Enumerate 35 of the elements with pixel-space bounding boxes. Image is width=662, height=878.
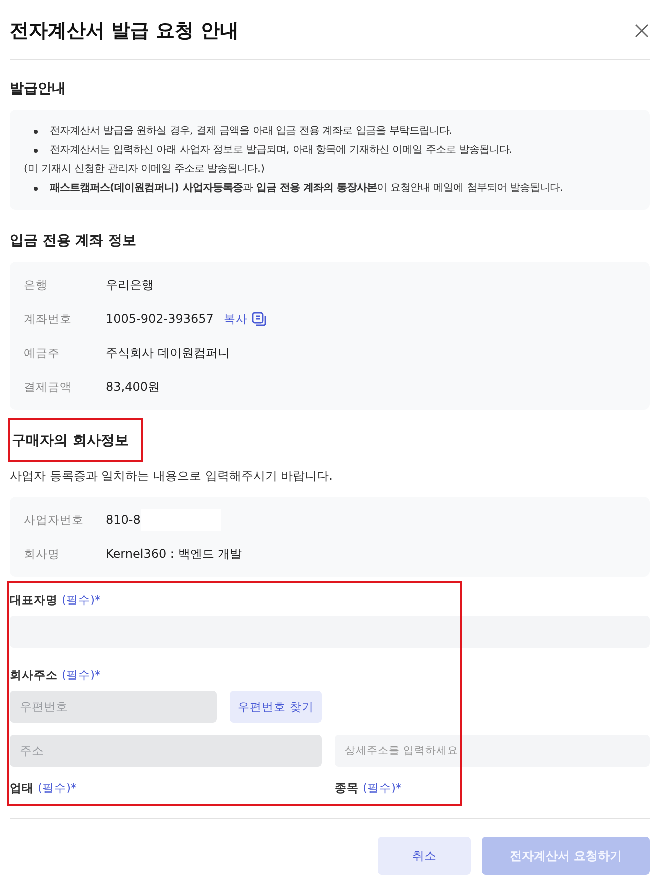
notice-text: (미 기재시 신청한 관리자 이메일 주소로 발송됩니다.)	[24, 162, 265, 177]
field-label: 종목 (필수)*	[335, 781, 402, 796]
info-value: 1005-902-393657	[106, 312, 214, 326]
field-label: 대표자명 (필수)*	[10, 593, 102, 608]
dialog-title: 전자계산서 발급 요청 안내	[10, 18, 239, 44]
section-description: 사업자 등록증과 일치하는 내용으로 입력해주시기 바랍니다.	[10, 468, 334, 485]
info-label: 계좌번호	[24, 312, 73, 326]
bullet-icon	[34, 130, 38, 134]
field-label: 업태 (필수)*	[10, 781, 78, 796]
address-detail-field[interactable]: 상세주소를 입력하세요	[335, 735, 650, 767]
close-icon[interactable]	[634, 22, 650, 38]
section-heading: 구매자의 회사정보	[8, 418, 143, 462]
bullet-icon	[34, 148, 38, 152]
info-value: 810-8	[106, 513, 141, 527]
notice-text: 전자계산서 발급을 원하실 경우, 결제 금액을 아래 입금 전용 계좌로 입금을 부탁드립니다.	[50, 124, 453, 139]
info-value: 주식회사 데이원컴퍼니	[106, 344, 230, 362]
field-label: 회사주소 (필수)*	[10, 668, 102, 683]
info-value: 우리은행	[106, 276, 154, 294]
bullet-icon	[34, 186, 38, 190]
info-value: 83,400원	[106, 378, 160, 396]
zip-search-button[interactable]: 우편번호 찾기	[230, 691, 322, 723]
info-label: 회사명	[24, 546, 61, 562]
section-heading: 입금 전용 계좌 정보	[10, 232, 138, 250]
section-heading: 발급안내	[10, 80, 67, 98]
notice-text: 패스트캠퍼스(데이원컴퍼니) 사업자등록증과 입금 전용 계좌의 통장사본이 요청안내 메일에 첨부되어 발송됩니다.	[50, 181, 564, 196]
notice-text: 전자계산서는 입력하신 아래 사업자 정보로 발급되며, 아래 항목에 기재하신 이메일 주소로 발송됩니다.	[50, 143, 513, 158]
info-value: Kernel360 : 백엔드 개발	[106, 546, 242, 562]
info-label: 은행	[24, 278, 49, 292]
input-field[interactable]	[10, 616, 650, 648]
info-label: 사업자번호	[24, 512, 85, 528]
info-label: 결제금액	[24, 380, 73, 394]
copy-icon	[252, 312, 267, 326]
copy-link[interactable]: 복사	[224, 312, 267, 326]
info-label: 예금주	[24, 346, 61, 360]
cancel-button[interactable]: 취소	[378, 837, 471, 875]
